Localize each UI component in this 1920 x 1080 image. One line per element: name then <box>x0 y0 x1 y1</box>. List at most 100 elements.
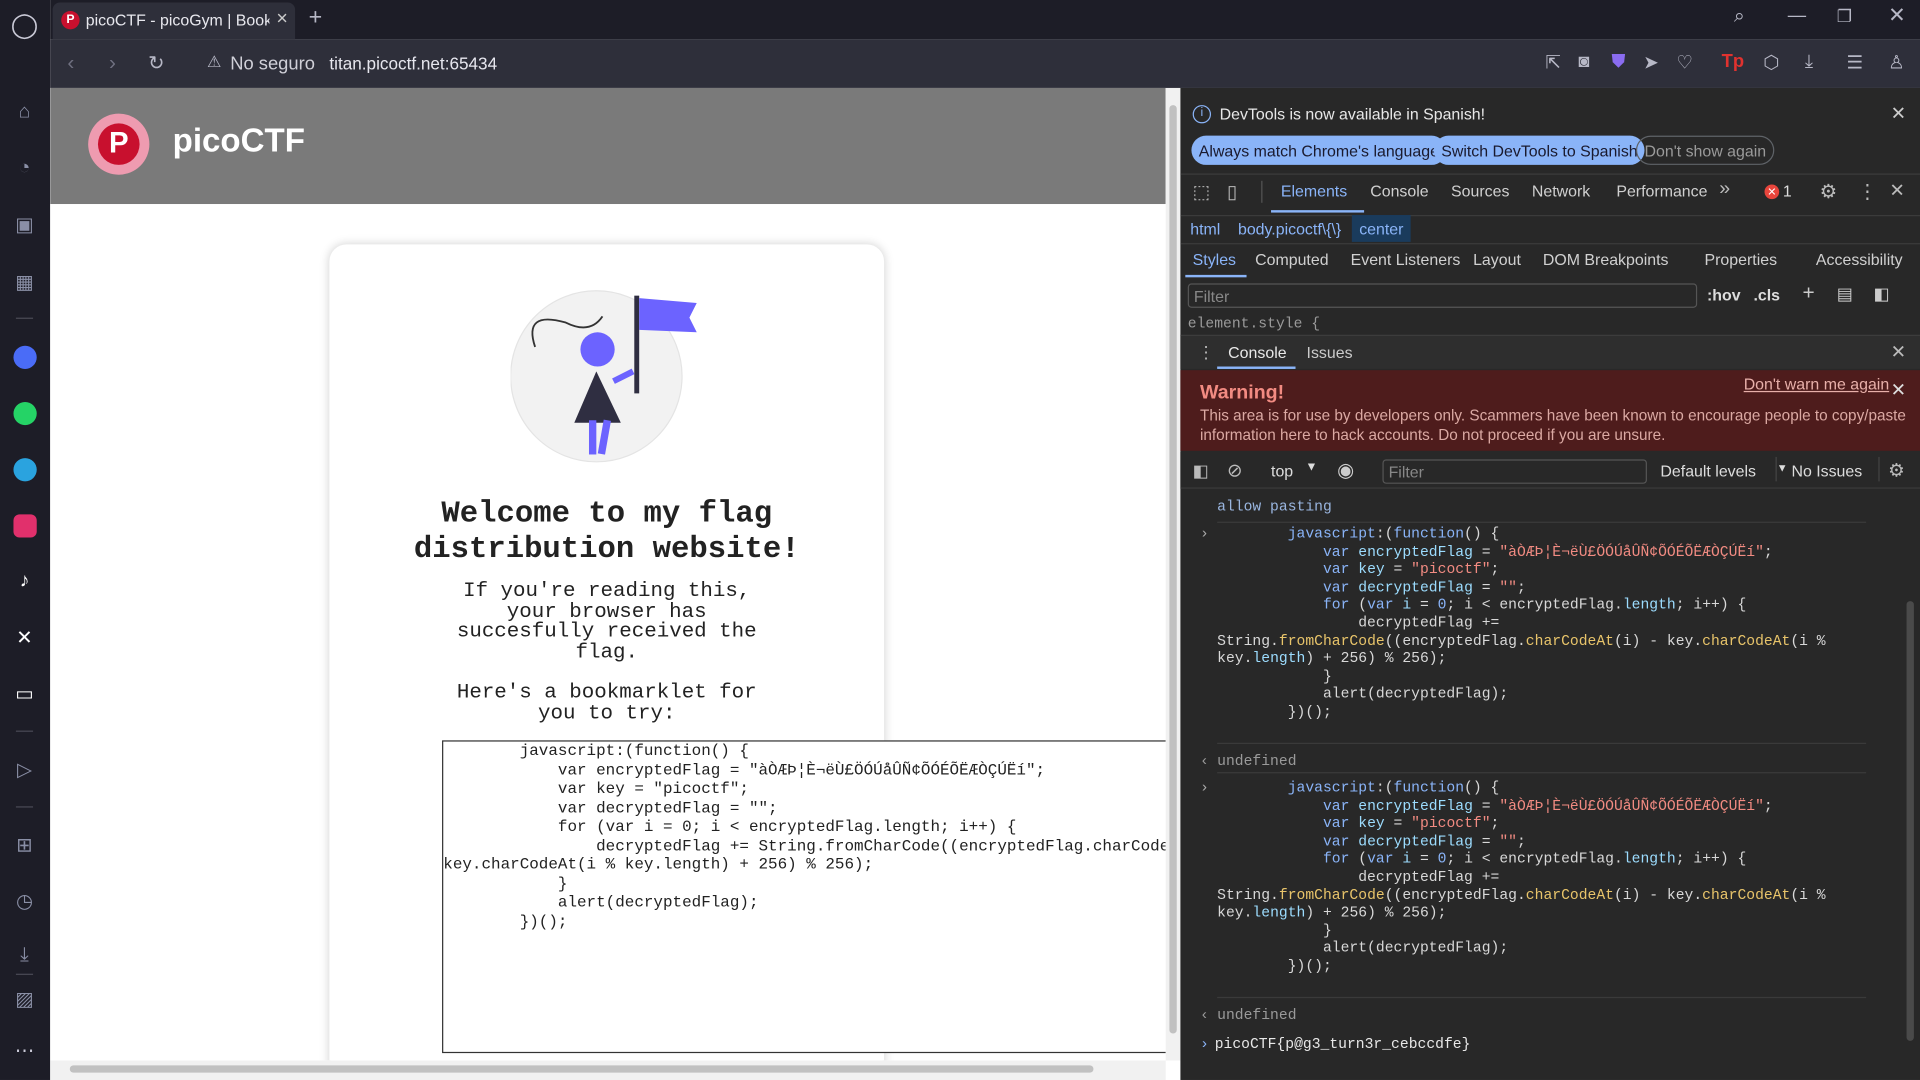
more-tabs-icon[interactable]: » <box>1719 178 1730 200</box>
close-drawer-icon[interactable]: ✕ <box>1891 341 1906 363</box>
cube-icon[interactable]: ⬡ <box>1763 51 1779 74</box>
restore-icon[interactable]: ❐ <box>1837 6 1852 27</box>
forward-icon[interactable]: › <box>109 51 116 75</box>
tp-extension-icon[interactable]: Tp <box>1722 51 1744 72</box>
paint-icon[interactable]: ▤ <box>1837 283 1853 304</box>
close-notice-icon[interactable]: ✕ <box>1891 103 1906 125</box>
download-icon[interactable]: ⤓ <box>1805 51 1813 72</box>
picoctf-logo[interactable]: P <box>88 113 150 175</box>
add-rule-icon[interactable]: + <box>1802 281 1814 305</box>
inspect-element-icon[interactable]: ⬚ <box>1193 181 1210 203</box>
breadcrumb-body[interactable]: body.picoctf\{\} <box>1238 220 1341 238</box>
class-toggle[interactable]: .cls <box>1753 286 1780 304</box>
search-icon[interactable]: ⌕ <box>1734 6 1745 28</box>
tiktok-icon[interactable]: ♪ <box>10 567 39 596</box>
hover-state-toggle[interactable]: :hov <box>1707 286 1741 304</box>
vpn-shield-icon[interactable]: ⛊ <box>1611 51 1625 72</box>
error-count[interactable]: 1 <box>1783 182 1792 200</box>
sidebar-toggle-icon[interactable]: ◧ <box>1873 283 1889 304</box>
warning-triangle-icon[interactable]: ⚠ <box>207 53 221 73</box>
style-tab-styles[interactable]: Styles <box>1193 250 1236 268</box>
tab-console[interactable]: Console <box>1370 182 1428 200</box>
drawer-menu-icon[interactable]: ⋮ <box>1198 342 1215 363</box>
style-tab-accessibility[interactable]: Accessibility <box>1816 250 1903 268</box>
speed-dial-icon[interactable]: ◔ <box>10 154 39 183</box>
opera-logo-icon[interactable]: ◯ <box>10 10 39 39</box>
switch-to-spanish-button[interactable]: Switch DevTools to Spanish <box>1433 135 1646 165</box>
settings-gear-icon[interactable]: ⚙ <box>1820 180 1838 204</box>
drawer-tab-issues[interactable]: Issues <box>1307 343 1353 361</box>
discord-icon[interactable]: ▭ <box>10 679 39 708</box>
address-bar: ‹ › ↻ ⚠ No seguro titan.picoctf.net:6543… <box>50 39 1920 88</box>
console-scrollbar[interactable] <box>1906 601 1914 1041</box>
browser-tab[interactable]: P picoCTF - picoGym | Bookm × <box>52 2 296 40</box>
back-icon[interactable]: ‹ <box>67 51 74 75</box>
page-vertical-scrollbar[interactable] <box>1165 87 1181 1061</box>
close-window-icon[interactable]: ✕ <box>1888 4 1905 28</box>
profile-icon[interactable]: ♙ <box>1888 51 1904 74</box>
tab-network[interactable]: Network <box>1532 182 1590 200</box>
gallery-icon[interactable]: ▨ <box>10 985 39 1014</box>
gamepad-icon[interactable]: ⌂ <box>10 98 39 127</box>
device-toolbar-icon[interactable]: ▯ <box>1227 181 1237 203</box>
camera-icon[interactable]: ◙ <box>1578 51 1589 72</box>
downloads-icon[interactable]: ⤓ <box>10 941 39 970</box>
instagram-icon[interactable] <box>10 511 39 540</box>
apps-grid-icon[interactable]: ⊞ <box>10 831 39 860</box>
briefcase-icon[interactable]: ▣ <box>10 210 39 239</box>
breadcrumb-html[interactable]: html <box>1190 220 1220 238</box>
security-label[interactable]: No seguro <box>230 54 315 75</box>
tab-elements[interactable]: Elements <box>1281 182 1347 200</box>
clear-console-icon[interactable]: ⊘ <box>1227 459 1242 482</box>
console-filter-input[interactable]: Filter <box>1382 459 1647 484</box>
new-tab-icon[interactable]: + <box>309 5 323 32</box>
player-icon[interactable]: ▷ <box>10 755 39 784</box>
tab-sources[interactable]: Sources <box>1451 182 1509 200</box>
style-tab-computed[interactable]: Computed <box>1255 250 1328 268</box>
style-tab-dom-breakpoints[interactable]: DOM Breakpoints <box>1543 250 1669 268</box>
easy-setup-icon[interactable]: ☰ <box>1847 51 1863 74</box>
telegram-icon[interactable] <box>10 454 39 483</box>
error-icon[interactable]: ✕ <box>1764 184 1780 200</box>
style-tab-layout[interactable]: Layout <box>1473 250 1521 268</box>
always-match-language-button[interactable]: Always match Chrome's language <box>1191 135 1447 165</box>
dont-warn-again-link[interactable]: Don't warn me again <box>1744 375 1890 393</box>
close-tab-icon[interactable]: × <box>276 9 287 31</box>
dont-show-again-button[interactable]: Don't show again <box>1635 135 1775 165</box>
send-icon[interactable]: ➤ <box>1643 51 1658 74</box>
breadcrumb-center[interactable]: center <box>1351 215 1411 242</box>
page-horizontal-scrollbar[interactable] <box>50 1060 1166 1080</box>
live-expression-eye-icon[interactable]: ◉ <box>1337 458 1354 482</box>
heart-icon[interactable]: ♡ <box>1676 51 1692 74</box>
log-levels-dropdown[interactable]: Default levels <box>1660 462 1756 480</box>
bookmarklet-code-box[interactable]: javascript:(function() { var encryptedFl… <box>442 740 1166 1054</box>
styles-filter-input[interactable]: Filter <box>1187 283 1698 308</box>
context-selector[interactable]: top <box>1271 462 1293 480</box>
style-tab-event-listeners[interactable]: Event Listeners <box>1351 250 1461 268</box>
intro-line: succesfully received the <box>456 620 757 644</box>
drawer-tab-console[interactable]: Console <box>1228 343 1286 361</box>
context-dropdown-icon[interactable]: ▼ <box>1305 461 1317 474</box>
console-prompt-input[interactable]: picoCTF{p@g3_turn3r_cebccdfe} <box>1215 1036 1471 1054</box>
levels-chevron-icon[interactable]: ▼ <box>1777 462 1788 474</box>
site-brand[interactable]: picoCTF <box>173 122 305 160</box>
close-devtools-icon[interactable]: ✕ <box>1889 180 1904 202</box>
minimize-icon[interactable]: — <box>1788 5 1806 26</box>
element-style-rule[interactable]: element.style { <box>1188 315 1320 332</box>
close-warning-icon[interactable]: ✕ <box>1891 379 1906 401</box>
history-icon[interactable]: ◷ <box>10 887 39 916</box>
style-tab-properties[interactable]: Properties <box>1705 250 1778 268</box>
console-settings-icon[interactable]: ⚙ <box>1888 459 1904 482</box>
issues-count[interactable]: No Issues <box>1791 462 1862 480</box>
more-icon[interactable]: ⋯ <box>10 1036 39 1065</box>
extension-icon[interactable]: ▦ <box>10 268 39 297</box>
reload-icon[interactable]: ↻ <box>148 51 164 75</box>
tab-performance[interactable]: Performance <box>1616 182 1707 200</box>
whatsapp-icon[interactable] <box>10 398 39 427</box>
more-options-icon[interactable]: ⋮ <box>1858 180 1878 204</box>
console-sidebar-icon[interactable]: ◧ <box>1193 461 1209 482</box>
share-icon[interactable]: ⇱ <box>1545 51 1560 74</box>
url-text[interactable]: titan.picoctf.net:65434 <box>329 54 497 74</box>
messenger-icon[interactable] <box>10 342 39 371</box>
x-twitter-icon[interactable]: ✕ <box>10 623 39 652</box>
